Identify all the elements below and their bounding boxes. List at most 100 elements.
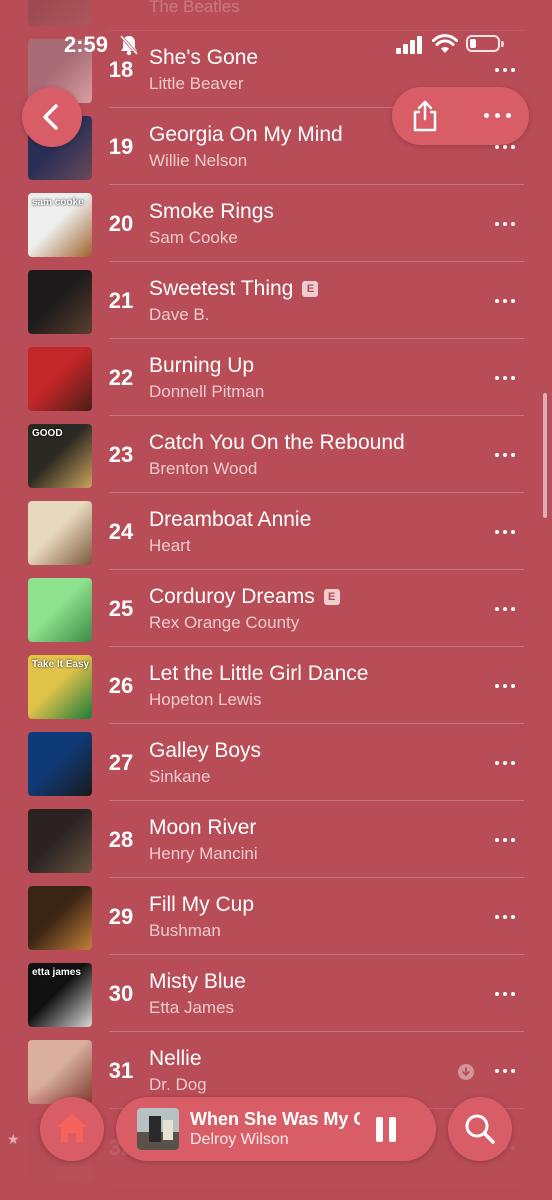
track-more-button[interactable] xyxy=(493,1069,517,1075)
track-title-text: Fill My Cup xyxy=(149,893,255,916)
track-title: Smoke Rings xyxy=(149,200,274,224)
track-row[interactable]: sam cooke 20 Smoke Rings Sam Cooke xyxy=(0,185,552,262)
track-row[interactable]: 25 Corduroy Dreams E Rex Orange County xyxy=(0,570,552,647)
downloaded-icon xyxy=(458,1064,474,1080)
track-title: Galley Boys xyxy=(149,739,261,763)
track-more-button[interactable] xyxy=(493,838,517,844)
now-playing-artist: Delroy Wilson xyxy=(190,1131,289,1148)
search-icon xyxy=(465,1114,495,1144)
track-title-text: Georgia On My Mind xyxy=(149,123,343,146)
track-artist: Donnell Pitman xyxy=(149,382,265,401)
track-more-button[interactable] xyxy=(493,530,517,536)
track-title-text: Catch You On the Rebound xyxy=(149,431,405,454)
album-artwork xyxy=(28,886,92,950)
track-number: 21 xyxy=(108,288,134,313)
search-button[interactable] xyxy=(448,1097,512,1161)
pause-button[interactable] xyxy=(376,1117,398,1143)
track-row[interactable]: 21 Sweetest Thing E Dave B. xyxy=(0,262,552,339)
track-row[interactable]: Take It Easy 26 Let the Little Girl Danc… xyxy=(0,647,552,724)
track-title: Dreamboat Annie xyxy=(149,508,311,532)
track-row[interactable]: 27 Galley Boys Sinkane xyxy=(0,724,552,801)
track-more-button[interactable] xyxy=(493,761,517,767)
track-row[interactable]: GOOD 23 Catch You On the Rebound Brenton… xyxy=(0,416,552,493)
track-artist: Rex Orange County xyxy=(149,613,300,632)
silent-mode-icon xyxy=(119,34,139,61)
track-title: Moon River xyxy=(149,816,256,840)
track-artist: Heart xyxy=(149,536,191,555)
track-list: 17 The Beatles 18 She's Gone Little Beav… xyxy=(0,0,552,1186)
artwork-text: Take It Easy xyxy=(32,659,90,670)
album-artwork: GOOD xyxy=(28,424,92,488)
track-title-text: Let the Little Girl Dance xyxy=(149,662,369,685)
track-number: 30 xyxy=(108,981,134,1006)
track-more-button[interactable] xyxy=(493,453,517,459)
back-button[interactable] xyxy=(22,87,82,147)
home-icon xyxy=(57,1114,87,1142)
track-title: Georgia On My Mind xyxy=(149,123,343,147)
track-title: Let the Little Girl Dance xyxy=(149,662,368,686)
track-row[interactable]: etta james 30 Misty Blue Etta James xyxy=(0,955,552,1032)
wifi-icon xyxy=(432,34,458,59)
mini-player[interactable]: When She Was My Girl Delroy Wilson xyxy=(116,1097,436,1161)
track-title-text: Misty Blue xyxy=(149,970,246,993)
battery-tip xyxy=(501,41,504,47)
track-row[interactable]: 22 Burning Up Donnell Pitman xyxy=(0,339,552,416)
track-number: 19 xyxy=(108,134,134,159)
more-options-button[interactable] xyxy=(484,113,512,119)
track-more-button[interactable] xyxy=(493,222,517,228)
explicit-icon: E xyxy=(302,281,319,297)
chevron-left-icon xyxy=(43,104,58,130)
cellular-signal-icon xyxy=(396,36,424,59)
track-title: Misty Blue xyxy=(149,970,246,994)
home-button[interactable] xyxy=(40,1097,104,1161)
album-artwork xyxy=(28,270,92,334)
album-artwork xyxy=(28,347,92,411)
track-more-button[interactable] xyxy=(493,684,517,690)
track-number: 28 xyxy=(108,827,134,852)
share-button[interactable] xyxy=(410,100,440,137)
track-title: Sweetest Thing E xyxy=(149,277,319,301)
track-title-text: Nellie xyxy=(149,1047,202,1070)
battery-icon xyxy=(466,35,500,52)
track-number: 24 xyxy=(108,519,134,544)
track-artist: Sinkane xyxy=(149,767,211,786)
album-artwork: sam cooke xyxy=(28,193,92,257)
track-more-button[interactable] xyxy=(493,607,517,613)
track-more-button[interactable] xyxy=(493,376,517,382)
track-number: 23 xyxy=(108,442,134,467)
track-number: 20 xyxy=(108,211,134,236)
track-title-text: Moon River xyxy=(149,816,257,839)
track-title: Corduroy Dreams E xyxy=(149,585,340,609)
status-bar: 2:59 xyxy=(0,0,552,90)
track-title-text: Smoke Rings xyxy=(149,200,274,223)
track-more-button[interactable] xyxy=(493,915,517,921)
now-playing-artwork xyxy=(137,1108,179,1150)
track-artist: Henry Mancini xyxy=(149,844,258,863)
album-artwork xyxy=(28,578,92,642)
header-actions xyxy=(392,87,529,145)
scroll-indicator[interactable] xyxy=(543,393,547,518)
track-title-text: Corduroy Dreams xyxy=(149,585,315,608)
share-icon xyxy=(413,100,437,132)
track-row[interactable]: 29 Fill My Cup Bushman xyxy=(0,878,552,955)
track-title-text: Dreamboat Annie xyxy=(149,508,312,531)
explicit-icon: E xyxy=(323,589,340,605)
track-number: 25 xyxy=(108,596,134,621)
track-title-text: Sweetest Thing xyxy=(149,277,294,300)
track-artist: Dave B. xyxy=(149,305,210,324)
album-artwork: Take It Easy xyxy=(28,655,92,719)
now-playing-title: When She Was My Girl xyxy=(190,1109,360,1129)
track-artist: Bushman xyxy=(149,921,221,940)
track-title: Burning Up xyxy=(149,354,254,378)
artwork-text: GOOD xyxy=(32,428,63,439)
track-more-button[interactable] xyxy=(493,145,517,151)
status-time: 2:59 xyxy=(64,32,109,57)
track-more-button[interactable] xyxy=(493,299,517,305)
track-row[interactable]: 24 Dreamboat Annie Heart xyxy=(0,493,552,570)
track-row[interactable]: 28 Moon River Henry Mancini xyxy=(0,801,552,878)
track-artist: Willie Nelson xyxy=(149,151,248,170)
album-artwork xyxy=(28,501,92,565)
track-more-button[interactable] xyxy=(493,992,517,998)
album-artwork xyxy=(28,809,92,873)
track-title: Fill My Cup xyxy=(149,893,254,917)
